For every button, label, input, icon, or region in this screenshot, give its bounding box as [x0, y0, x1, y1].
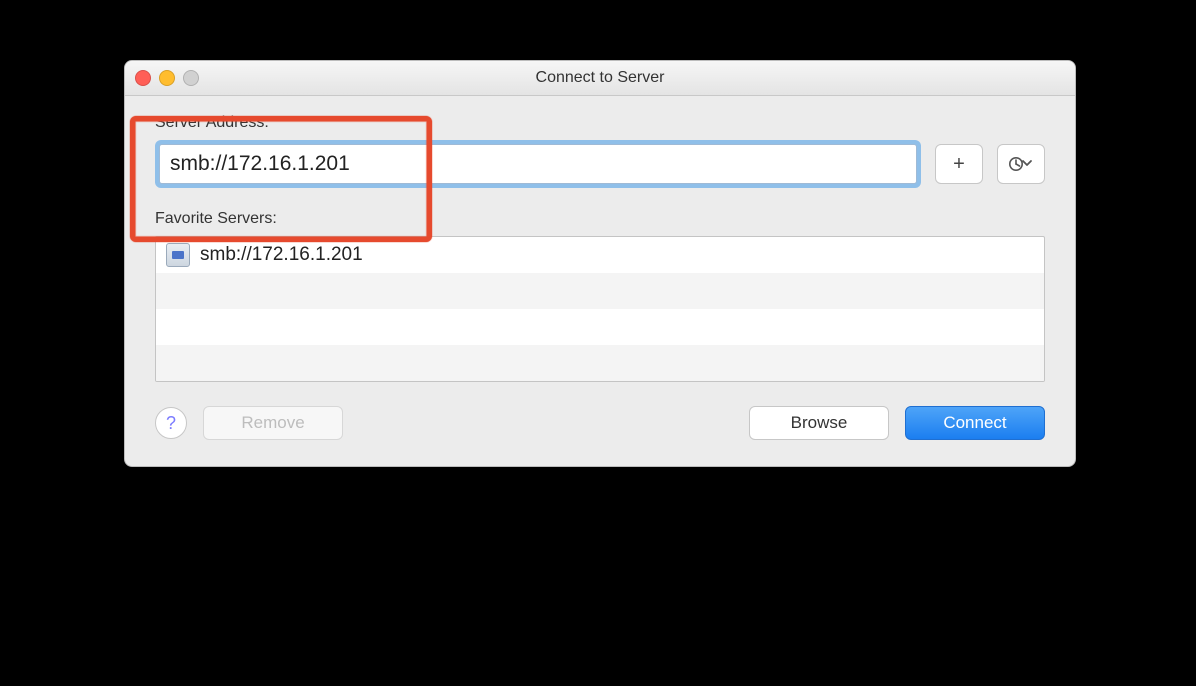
help-button[interactable]: ?: [155, 407, 187, 439]
connect-button[interactable]: Connect: [905, 406, 1045, 440]
server-icon: [166, 243, 190, 267]
window-title: Connect to Server: [536, 69, 665, 87]
window-controls: [135, 61, 199, 95]
favorite-server-row[interactable]: smb://172.16.1.201: [156, 237, 1044, 273]
list-row-empty: [156, 345, 1044, 381]
browse-button[interactable]: Browse: [749, 406, 889, 440]
server-address-input[interactable]: [159, 144, 917, 184]
connect-to-server-window: Connect to Server Server Address: + Favo…: [124, 60, 1076, 467]
add-favorite-button[interactable]: +: [935, 144, 983, 184]
recent-servers-button[interactable]: [997, 144, 1045, 184]
zoom-window-button[interactable]: [183, 70, 199, 86]
favorite-servers-label: Favorite Servers:: [155, 210, 1045, 228]
connect-button-label: Connect: [943, 413, 1006, 433]
server-address-focus-ring: [155, 140, 921, 188]
favorite-server-url: smb://172.16.1.201: [200, 244, 363, 266]
clock-history-icon: [1008, 155, 1034, 173]
minimize-window-button[interactable]: [159, 70, 175, 86]
list-row-empty: [156, 273, 1044, 309]
favorite-servers-list[interactable]: smb://172.16.1.201: [155, 236, 1045, 382]
server-address-label: Server Address:: [155, 114, 1045, 132]
server-address-row: +: [155, 140, 1045, 188]
remove-button[interactable]: Remove: [203, 406, 343, 440]
help-icon: ?: [166, 413, 176, 434]
plus-icon: +: [953, 153, 965, 176]
window-content: Server Address: + Favorite Servers:: [125, 96, 1075, 466]
dialog-button-row: ? Remove Browse Connect: [155, 406, 1045, 440]
close-window-button[interactable]: [135, 70, 151, 86]
titlebar: Connect to Server: [125, 61, 1075, 96]
list-row-empty: [156, 309, 1044, 345]
browse-button-label: Browse: [791, 413, 848, 433]
remove-button-label: Remove: [241, 413, 304, 433]
